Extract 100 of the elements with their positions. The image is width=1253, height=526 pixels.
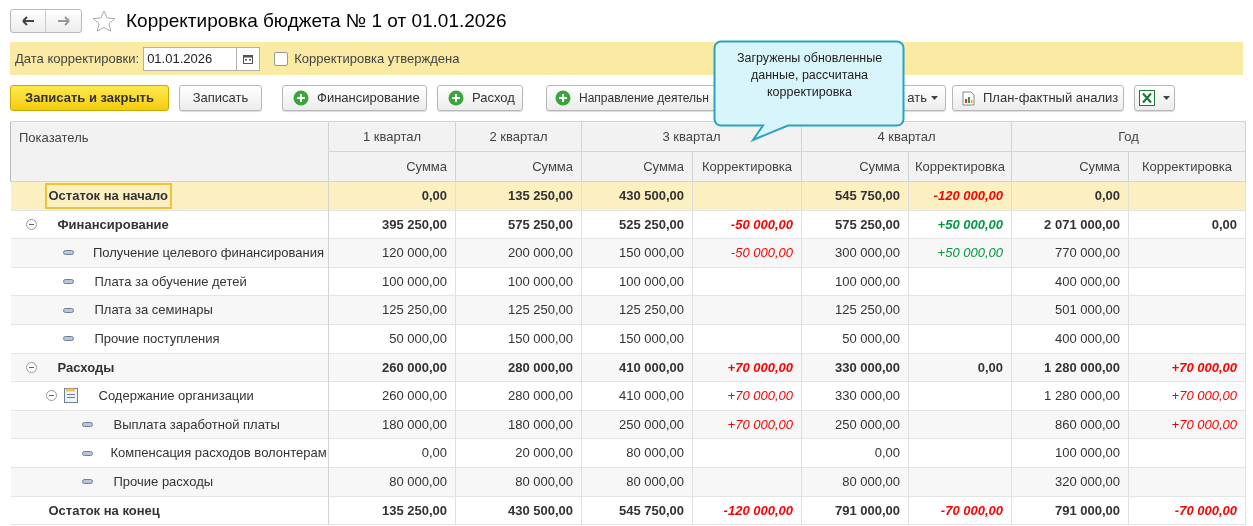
value-cell: -50 000,00 xyxy=(730,216,793,232)
value-cell: +70 000,00 xyxy=(727,416,793,432)
caret-icon xyxy=(1163,96,1170,100)
value-cell: 120 000,00 xyxy=(381,245,447,261)
calendar-button[interactable] xyxy=(237,46,261,71)
value-cell: 860 000,00 xyxy=(1054,416,1120,432)
value-cell: 250 000,00 xyxy=(618,416,684,432)
value-cell: +70 000,00 xyxy=(1171,416,1237,432)
add-button[interactable]: Финансирование xyxy=(282,85,427,111)
column-header: Сумма xyxy=(801,151,909,182)
value-cell: 100 000,00 xyxy=(834,273,900,289)
value-cell: 100 000,00 xyxy=(507,273,573,289)
value-cell: +50 000,00 xyxy=(937,216,1003,232)
right-arrow-icon xyxy=(57,16,70,26)
column-header: 1 квартал xyxy=(328,121,456,152)
value-cell: -50 000,00 xyxy=(730,245,793,261)
approved-checkbox[interactable] xyxy=(274,51,289,66)
row-label: Выплата заработной платы xyxy=(112,415,281,434)
value-cell: 395 250,00 xyxy=(381,216,447,232)
value-cell: 410 000,00 xyxy=(618,359,684,375)
row-label: Компенсация расходов волонтерам xyxy=(109,444,328,463)
value-cell: 150 000,00 xyxy=(618,331,684,346)
value-cell: 125 250,00 xyxy=(507,302,573,318)
column-header: Сумма xyxy=(1011,151,1129,182)
value-cell: 1 280 000,00 xyxy=(1044,388,1120,404)
value-cell: 250 000,00 xyxy=(834,416,900,432)
collapse-icon[interactable] xyxy=(25,361,37,373)
value-cell: -70 000,00 xyxy=(940,502,1003,518)
item-icon xyxy=(62,279,74,285)
value-cell: 545 750,00 xyxy=(618,502,684,518)
value-cell: -120 000,00 xyxy=(933,188,1003,204)
item-icon xyxy=(62,250,74,256)
column-header: Сумма xyxy=(328,151,456,182)
value-cell: 150 000,00 xyxy=(618,245,684,261)
value-cell: 125 250,00 xyxy=(834,302,900,318)
left-arrow-icon xyxy=(21,16,35,26)
save-button[interactable]: Записать xyxy=(179,85,262,111)
value-cell: 180 000,00 xyxy=(507,416,573,432)
document-icon xyxy=(63,388,78,404)
column-header: 2 квартал xyxy=(455,121,582,152)
star-icon[interactable] xyxy=(92,9,116,33)
plus-icon xyxy=(448,90,464,106)
item-icon xyxy=(62,307,74,313)
value-cell: 0,00 xyxy=(1211,216,1237,232)
value-cell: 200 000,00 xyxy=(507,245,573,261)
row-label: Прочие поступления xyxy=(93,330,221,348)
value-cell: +70 000,00 xyxy=(727,388,793,404)
value-cell: +70 000,00 xyxy=(1171,359,1237,375)
value-cell: 80 000,00 xyxy=(842,474,900,489)
caret-icon xyxy=(931,96,938,100)
row-label: Плата за семинары xyxy=(93,301,214,320)
report-button[interactable]: План-фактный анализ xyxy=(952,85,1124,111)
value-cell: +50 000,00 xyxy=(937,245,1003,261)
row-label: Остаток на начало xyxy=(44,183,172,209)
add-button[interactable]: Расход xyxy=(437,85,523,111)
date-label: Дата корректировки: xyxy=(15,49,140,68)
value-cell: 260 000,00 xyxy=(381,388,447,404)
column-header: Корректировка xyxy=(692,151,802,182)
value-cell: 320 000,00 xyxy=(1054,474,1120,489)
value-cell: 0,00 xyxy=(874,445,900,461)
value-cell: 180 000,00 xyxy=(381,416,447,432)
value-cell: 260 000,00 xyxy=(381,359,447,375)
value-cell: 80 000,00 xyxy=(515,474,573,489)
value-cell: 20 000,00 xyxy=(515,445,573,461)
value-cell: 280 000,00 xyxy=(507,359,573,375)
value-cell: 501 000,00 xyxy=(1054,302,1120,318)
save-and-close-button[interactable]: Записать и закрыть xyxy=(10,85,169,111)
value-cell: 300 000,00 xyxy=(834,245,900,261)
value-cell: 80 000,00 xyxy=(626,445,684,461)
collapse-icon[interactable] xyxy=(25,218,37,230)
value-cell: 150 000,00 xyxy=(507,331,573,346)
value-cell: 330 000,00 xyxy=(834,359,900,375)
item-icon xyxy=(81,422,93,428)
date-field[interactable]: 01.01.2026 xyxy=(143,46,238,71)
value-cell: 80 000,00 xyxy=(389,474,447,489)
value-cell: +70 000,00 xyxy=(1171,388,1237,404)
row-label: Расходы xyxy=(56,358,116,377)
row-label: Получение целевого финансирования xyxy=(91,244,325,263)
item-icon xyxy=(62,336,74,342)
plus-icon xyxy=(555,90,571,106)
value-cell: 430 500,00 xyxy=(618,188,684,204)
item-icon xyxy=(81,450,93,456)
value-cell: 400 000,00 xyxy=(1054,273,1120,289)
export-dropdown-button[interactable] xyxy=(1134,85,1175,111)
value-cell: 100 000,00 xyxy=(381,273,447,289)
value-cell: 135 250,00 xyxy=(507,188,573,204)
item-icon xyxy=(81,479,93,485)
row-label: Плата за обучение детей xyxy=(93,272,248,291)
calendar-icon xyxy=(243,53,254,64)
value-cell: 0,00 xyxy=(421,445,447,461)
value-cell: 50 000,00 xyxy=(389,331,447,346)
value-cell: 1 280 000,00 xyxy=(1044,359,1120,375)
value-cell: 0,00 xyxy=(1094,188,1120,204)
collapse-icon[interactable] xyxy=(45,390,57,402)
column-header: Год xyxy=(1011,121,1246,152)
value-cell: 770 000,00 xyxy=(1054,245,1120,261)
value-cell: 100 000,00 xyxy=(618,273,684,289)
value-cell: 2 071 000,00 xyxy=(1044,216,1120,232)
value-cell: 545 750,00 xyxy=(834,188,900,204)
value-cell: 280 000,00 xyxy=(507,388,573,404)
